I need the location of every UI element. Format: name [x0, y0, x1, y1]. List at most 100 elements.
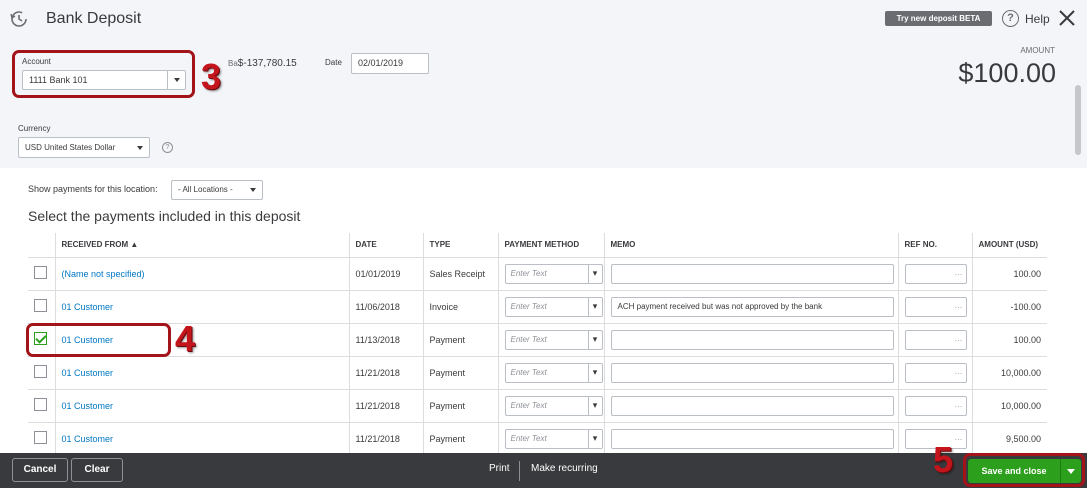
- received-from-link[interactable]: 01 Customer: [62, 434, 114, 444]
- balance-display: Ba$-137,780.15: [228, 58, 297, 69]
- chevron-down-icon: ▾: [587, 297, 602, 316]
- amount-cell: 10,000.00: [971, 389, 1047, 423]
- footer-bar: Cancel Clear Print Make recurring: [0, 453, 1087, 488]
- payment-method-select[interactable]: Enter Text ▾: [504, 263, 603, 284]
- make-recurring-button[interactable]: Make recurring: [531, 463, 598, 474]
- help-label: Help: [1025, 11, 1050, 26]
- received-from-link[interactable]: 01 Customer: [62, 401, 114, 411]
- memo-input[interactable]: [610, 329, 894, 350]
- balance-value: $-137,780.15: [237, 58, 297, 69]
- memo-header: MEMO: [603, 233, 898, 258]
- received-from-header[interactable]: RECEIVED FROM ▲: [54, 233, 349, 258]
- footer-divider: [519, 461, 520, 481]
- payment-method-cell: Enter Text ▾: [497, 323, 604, 357]
- amount-header: AMOUNT (USD): [971, 233, 1047, 258]
- type-cell: Payment: [422, 422, 498, 456]
- amount-total: $100.00: [958, 58, 1056, 88]
- date-input[interactable]: 02/01/2019: [351, 53, 429, 74]
- ref-no-cell: …: [897, 323, 972, 357]
- received-from-link[interactable]: (Name not specified): [62, 269, 145, 279]
- received-from-cell: 01 Customer: [54, 356, 349, 390]
- ref-no-cell: …: [897, 356, 972, 390]
- received-from-link[interactable]: 01 Customer: [62, 368, 114, 378]
- ref-no-cell: …: [897, 389, 972, 423]
- chevron-down-icon: [244, 181, 262, 199]
- help-icon: ?: [1002, 10, 1019, 27]
- memo-cell: [603, 389, 898, 423]
- ref-no-input[interactable]: …: [904, 395, 967, 416]
- clear-button[interactable]: Clear: [71, 458, 123, 482]
- scrollbar[interactable]: [1073, 40, 1083, 450]
- memo-input[interactable]: [610, 395, 894, 416]
- amount-cell: 10,000.00: [971, 356, 1047, 390]
- payment-method-cell: Enter Text ▾: [497, 422, 604, 456]
- amount-cell: 100.00: [971, 257, 1047, 291]
- payment-method-placeholder: Enter Text: [510, 433, 547, 443]
- memo-input[interactable]: [610, 263, 894, 284]
- received-from-link[interactable]: 01 Customer: [62, 302, 114, 312]
- memo-cell: [603, 323, 898, 357]
- scrollbar-thumb[interactable]: [1075, 85, 1081, 155]
- amount-cell: -100.00: [971, 290, 1047, 324]
- received-from-cell: 01 Customer: [54, 422, 349, 456]
- ref-no-input[interactable]: …: [904, 329, 967, 350]
- cancel-button[interactable]: Cancel: [12, 458, 68, 482]
- step-4-marker: 4: [175, 318, 196, 359]
- memo-cell: [603, 257, 898, 291]
- payment-method-select[interactable]: Enter Text ▾: [504, 296, 603, 317]
- table-row: 01 Customer 11/21/2018 Payment Enter Text ▾ ……: [28, 356, 1047, 390]
- amount-cell: 9,500.00: [971, 422, 1047, 456]
- payment-method-placeholder: Enter Text: [510, 334, 547, 344]
- payment-method-placeholder: Enter Text: [510, 367, 547, 377]
- payment-method-select[interactable]: Enter Text ▾: [504, 428, 603, 449]
- payment-method-placeholder: Enter Text: [510, 301, 547, 311]
- ref-no-input[interactable]: …: [904, 296, 967, 317]
- payment-method-select[interactable]: Enter Text ▾: [504, 395, 603, 416]
- close-icon[interactable]: [1057, 8, 1077, 28]
- row-checkbox[interactable]: [34, 266, 47, 279]
- payment-method-select[interactable]: Enter Text ▾: [504, 329, 603, 350]
- history-icon[interactable]: [8, 8, 30, 30]
- select-column-header: [28, 233, 55, 258]
- currency-select[interactable]: USD United States Dollar: [18, 137, 150, 158]
- print-button[interactable]: Print: [489, 463, 510, 474]
- help-button[interactable]: ? Help: [1002, 10, 1050, 27]
- location-filter-label: Show payments for this location:: [28, 184, 158, 194]
- row-checkbox[interactable]: [34, 398, 47, 411]
- ref-no-input[interactable]: …: [904, 362, 967, 383]
- received-from-cell: 01 Customer: [54, 290, 349, 324]
- try-new-deposit-button[interactable]: Try new deposit BETA: [885, 11, 992, 26]
- table-row: 01 Customer 11/21/2018 Payment Enter Text ▾ ……: [28, 389, 1047, 423]
- ref-no-cell: …: [897, 290, 972, 324]
- chevron-down-icon: ▾: [587, 429, 602, 448]
- type-cell: Sales Receipt: [422, 257, 498, 291]
- ref-no-header: REF NO.: [897, 233, 972, 258]
- balance-prefix: Ba: [228, 59, 238, 68]
- step-4-highlight: [26, 323, 171, 357]
- type-cell: Payment: [422, 389, 498, 423]
- payment-method-select[interactable]: Enter Text ▾: [504, 362, 603, 383]
- ref-no-input[interactable]: …: [904, 263, 967, 284]
- row-checkbox[interactable]: [34, 365, 47, 378]
- select-cell: [28, 422, 55, 456]
- location-select[interactable]: - All Locations -: [171, 180, 263, 200]
- payment-method-cell: Enter Text ▾: [497, 389, 604, 423]
- amount-cell: 100.00: [971, 323, 1047, 357]
- bank-deposit-window: Bank Deposit Try new deposit BETA ? Help…: [0, 0, 1087, 488]
- memo-input[interactable]: ACH payment received but was not approve…: [610, 296, 894, 317]
- chevron-down-icon: ▾: [587, 363, 602, 382]
- type-cell: Invoice: [422, 290, 498, 324]
- date-label: Date: [325, 58, 342, 67]
- chevron-down-icon: ▾: [587, 330, 602, 349]
- date-header[interactable]: DATE: [348, 233, 423, 258]
- memo-input[interactable]: [610, 428, 894, 449]
- memo-cell: ACH payment received but was not approve…: [603, 290, 898, 324]
- currency-help-icon[interactable]: ?: [162, 142, 173, 153]
- type-header[interactable]: TYPE: [422, 233, 498, 258]
- type-cell: Payment: [422, 356, 498, 390]
- memo-input[interactable]: [610, 362, 894, 383]
- row-checkbox[interactable]: [34, 299, 47, 312]
- row-checkbox[interactable]: [34, 431, 47, 444]
- page-title: Bank Deposit: [46, 10, 142, 27]
- currency-value: USD United States Dollar: [25, 143, 116, 152]
